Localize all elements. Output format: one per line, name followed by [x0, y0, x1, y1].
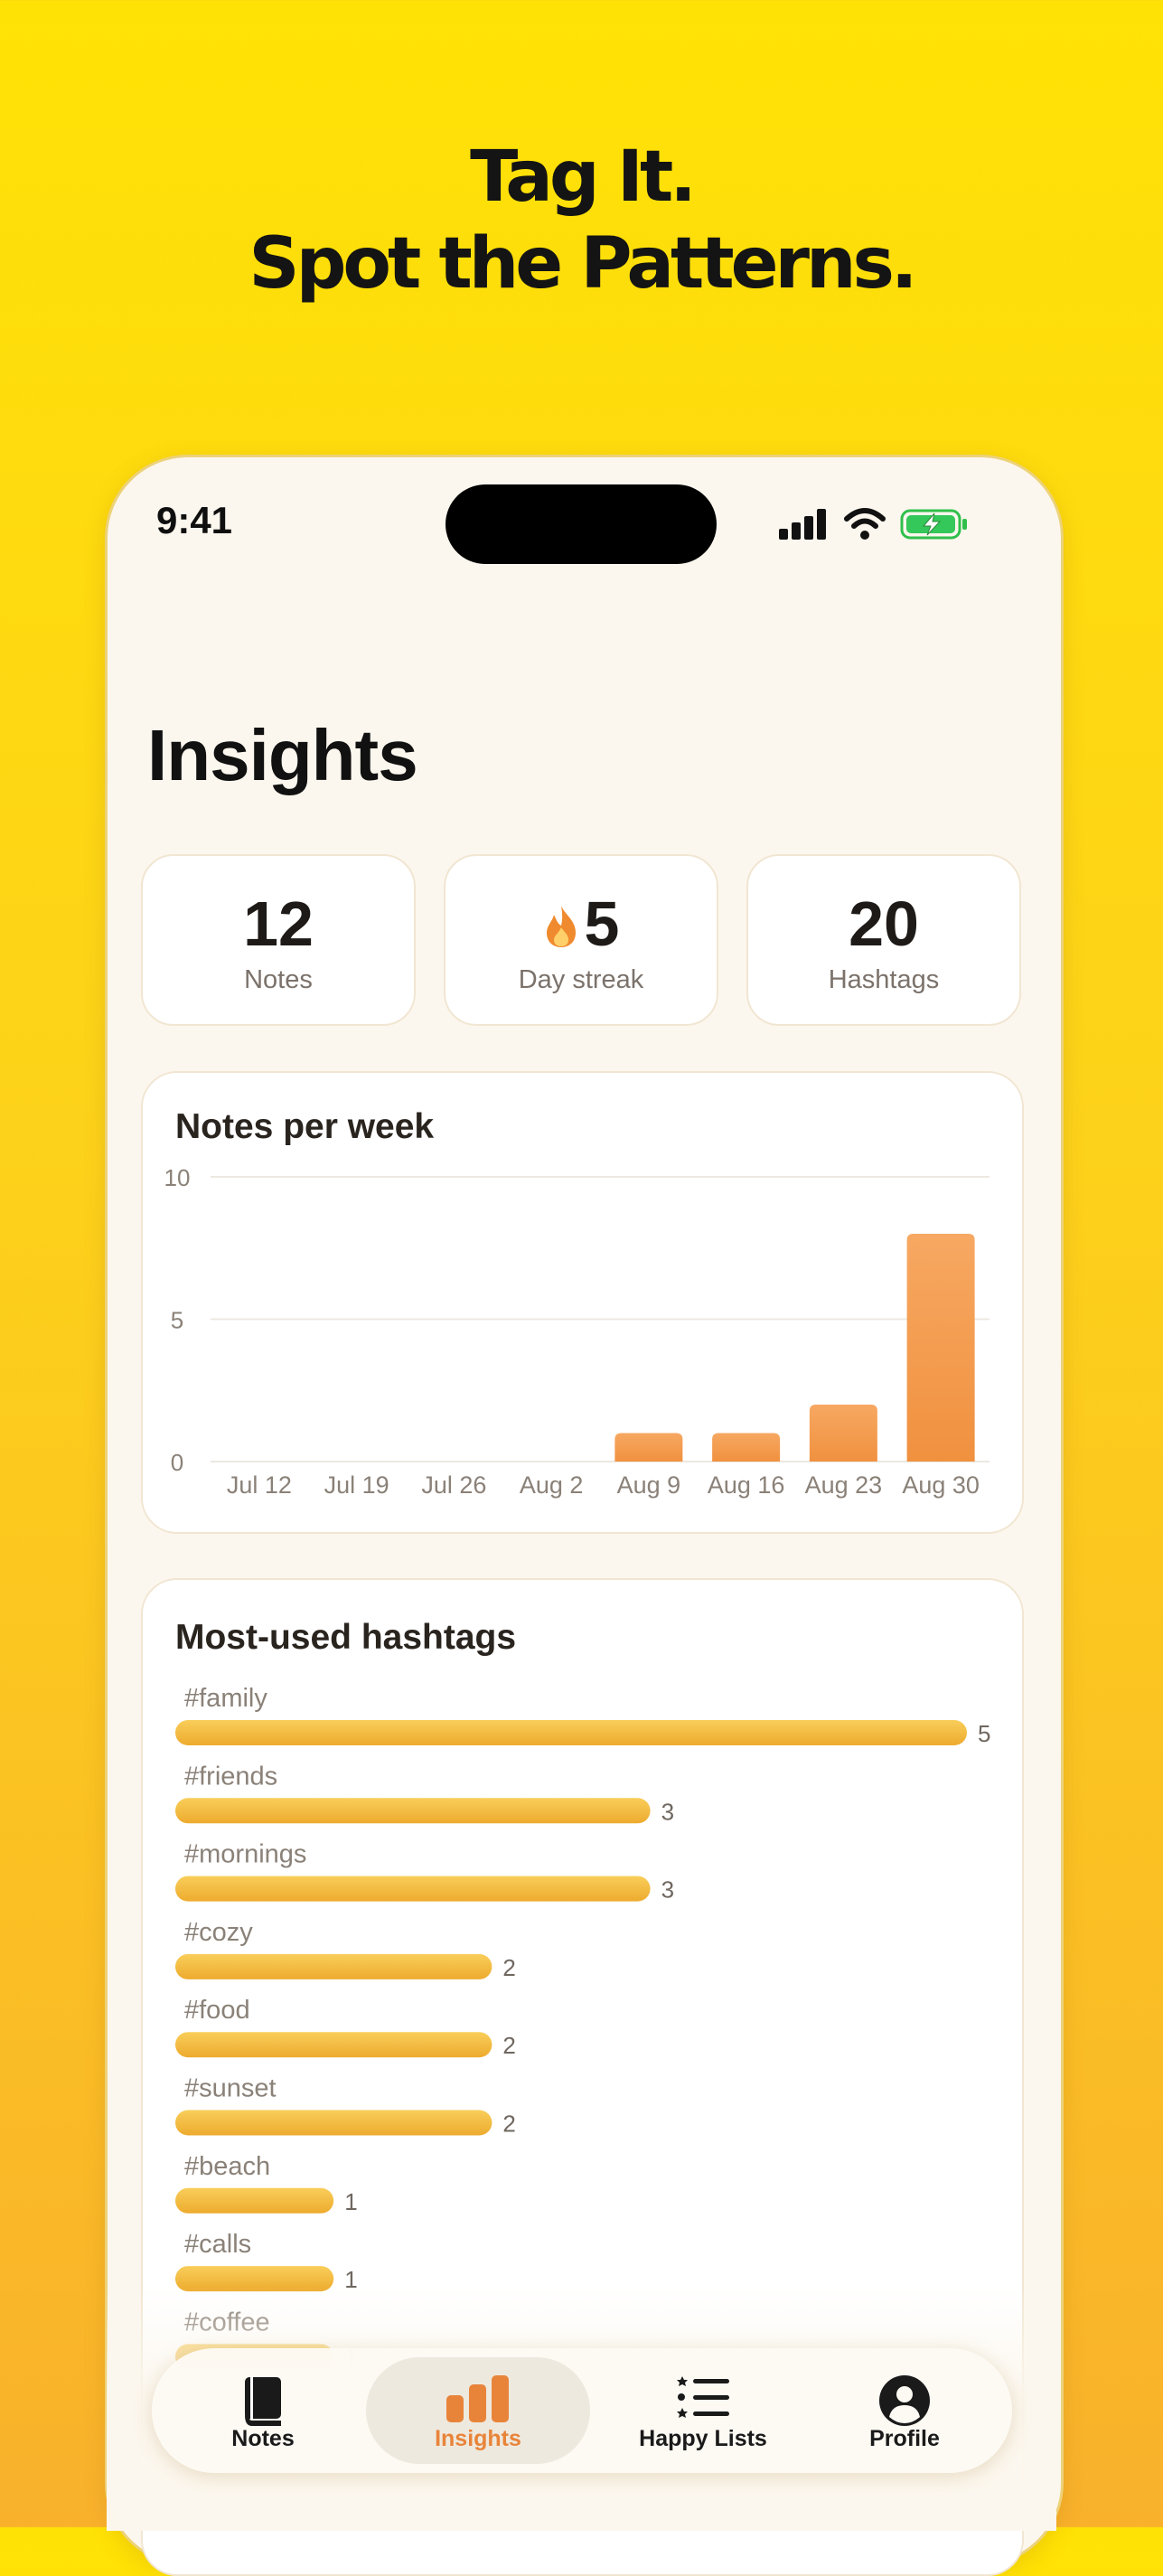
hashtag-row: #friends 3 — [175, 1762, 674, 1825]
hashtag-label: #family — [184, 1684, 267, 1713]
hashtag-bar — [175, 1798, 651, 1824]
flame-icon — [546, 906, 576, 947]
stat-streak-label: Day streak — [518, 965, 644, 994]
tab-profile-label: Profile — [869, 2426, 940, 2451]
hashtag-label: #friends — [184, 1762, 277, 1791]
hashtag-label: #calls — [184, 2230, 251, 2259]
person-icon — [879, 2375, 930, 2426]
tab-bar: Notes Insights Happy Lists Profile — [152, 2348, 1012, 2473]
hashtag-label: #cozy — [184, 1918, 253, 1947]
hashtag-bar — [175, 1720, 967, 1745]
x-tick-label: Aug 2 — [520, 1471, 584, 1499]
x-tick-label: Jul 19 — [324, 1471, 389, 1499]
headline-line-2: Spot the Patterns. — [249, 223, 917, 305]
y-tick-label: 0 — [171, 1449, 183, 1476]
hashtag-bar — [175, 2110, 492, 2136]
y-tick-label: 5 — [171, 1307, 183, 1334]
hashtag-row: #beach 1 — [175, 2152, 358, 2215]
tab-happy-lists-label: Happy Lists — [639, 2426, 767, 2451]
stat-card-streak: 5 Day streak — [444, 854, 718, 1026]
tab-insights[interactable]: Insights — [366, 2357, 590, 2464]
hashtag-row: #sunset 2 — [175, 2074, 516, 2138]
hashtag-row: #mornings 3 — [175, 1840, 674, 1904]
tab-notes[interactable]: Notes — [164, 2357, 361, 2464]
page-title: Insights — [147, 715, 418, 795]
stat-card-notes: 12 Notes — [141, 854, 416, 1026]
headline-line-1: Tag It. — [470, 136, 697, 218]
tab-notes-label: Notes — [231, 2426, 295, 2451]
wifi-icon — [844, 508, 886, 540]
bar — [614, 1433, 683, 1462]
notes-per-week-card: Notes per week 0 5 10 Jul 12 Jul 19 Jul 26 Aug… — [141, 1071, 1024, 1534]
hashtag-label: #sunset — [184, 2074, 277, 2103]
bar — [906, 1234, 975, 1462]
stat-notes-label: Notes — [244, 965, 313, 994]
hashtag-row: #family 5 — [175, 1684, 990, 1747]
x-tick-label: Aug 9 — [617, 1471, 681, 1499]
hashtag-bar — [175, 1876, 651, 1902]
hashtag-row: #cozy 2 — [175, 1918, 516, 1981]
status-time: 9:41 — [155, 499, 233, 541]
hashtag-count: 5 — [978, 1720, 990, 1747]
hashtag-label: #mornings — [184, 1840, 306, 1869]
stat-streak-row: 5 — [446, 888, 717, 960]
hashtag-row: #food 2 — [175, 1996, 516, 2059]
stat-card-hashtags: 20 Hashtags — [746, 854, 1021, 1026]
hashtag-bar — [175, 2032, 492, 2058]
hashtag-count: 1 — [344, 2188, 357, 2215]
hashtag-count: 2 — [502, 1954, 515, 1981]
stat-hashtags-value: 20 — [849, 888, 919, 959]
battery-charging-icon — [900, 509, 967, 540]
x-tick-label: Aug 23 — [805, 1471, 883, 1499]
stat-notes-value: 12 — [243, 888, 314, 959]
list-icon — [677, 2376, 729, 2418]
bar — [809, 1405, 877, 1462]
hashtag-count: 2 — [502, 2032, 515, 2059]
tab-profile[interactable]: Profile — [810, 2357, 999, 2464]
x-tick-label: Jul 26 — [421, 1471, 486, 1499]
hashtag-count: 3 — [661, 1798, 674, 1825]
hashtag-label: #food — [184, 1996, 250, 2025]
hashtag-bar — [175, 1953, 492, 1979]
bar — [712, 1433, 781, 1462]
hashtag-count: 2 — [502, 2111, 515, 2138]
dynamic-island — [446, 484, 717, 564]
tab-insights-label: Insights — [435, 2426, 521, 2451]
tab-happy-lists[interactable]: Happy Lists — [595, 2357, 811, 2464]
cellular-signal-icon — [779, 509, 826, 540]
y-tick-label: 10 — [164, 1164, 191, 1191]
headline: Tag It. Spot the Patterns. — [0, 134, 1163, 307]
x-tick-label: Jul 12 — [227, 1471, 292, 1499]
status-icons — [779, 508, 969, 541]
hashtag-count: 3 — [661, 1876, 674, 1904]
notes-per-week-chart: 0 5 10 Jul 12 Jul 19 Jul 26 Aug 2 Aug 9 Aug 16 Au… — [164, 1164, 989, 1499]
x-tick-label: Aug 30 — [902, 1471, 980, 1499]
hashtags-chart: #family5#friends3#mornings3#cozy2#food2#… — [175, 1684, 990, 2371]
bar-chart-icon — [446, 2375, 509, 2422]
hashtag-label: #beach — [184, 2152, 270, 2181]
hashtag-bar — [175, 2187, 334, 2214]
stat-hashtags-label: Hashtags — [828, 965, 940, 994]
hashtag-row: #calls1 — [175, 2230, 358, 2293]
book-icon — [245, 2377, 281, 2426]
stat-streak-value: 5 — [584, 888, 620, 959]
x-tick-label: Aug 16 — [708, 1471, 785, 1499]
